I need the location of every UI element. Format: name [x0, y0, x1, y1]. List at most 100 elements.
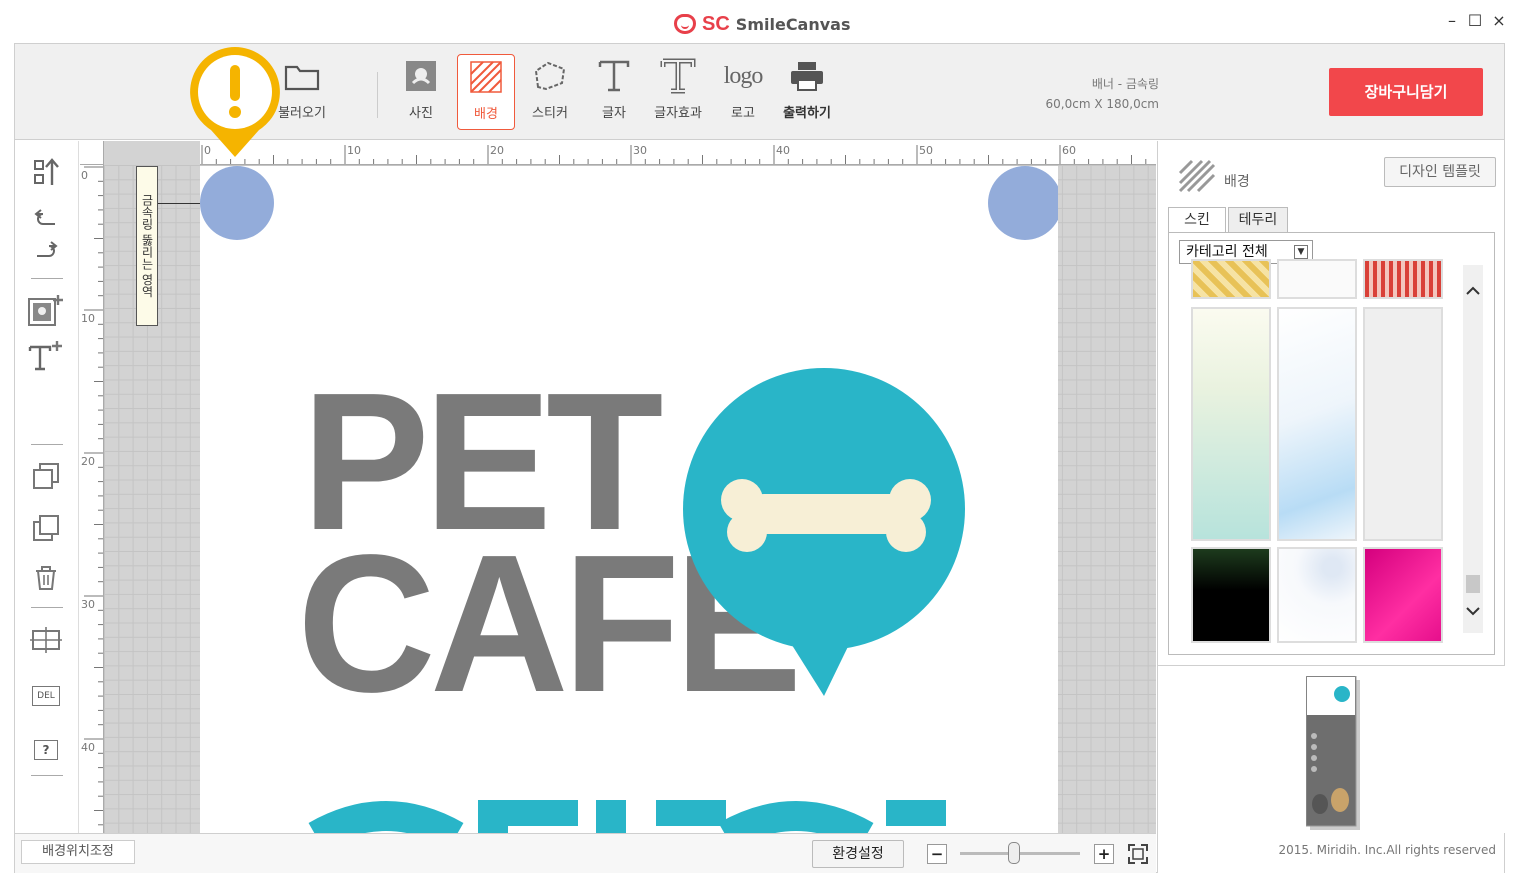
ruler-label: 0 — [81, 169, 88, 182]
send-back-tool[interactable] — [27, 511, 65, 545]
title-bar: SC SmileCanvas – ☐ × — [0, 0, 1519, 44]
left-separator — [31, 607, 63, 608]
fit-screen-icon[interactable] — [1127, 843, 1149, 865]
tool-print-label: 출력하기 — [783, 106, 831, 121]
tool-text-effect[interactable]: 글자효과 — [649, 54, 707, 130]
tab-skin[interactable]: 스킨 — [1168, 207, 1226, 233]
printer-icon — [791, 62, 823, 91]
warning-pin-icon[interactable] — [186, 43, 284, 161]
panel-title: 배경 — [1224, 174, 1250, 190]
design-template-button[interactable]: 디자인 템플릿 — [1384, 157, 1496, 187]
ruler-label: 40 — [81, 741, 95, 754]
skin-swatch[interactable] — [1277, 307, 1357, 541]
bone-speech-bubble[interactable] — [680, 366, 970, 701]
text-icon — [598, 60, 630, 92]
metal-ring-left — [200, 166, 274, 240]
right-panel: 배경 디자인 템플릿 스킨 테두리 카테고리 전체 ▼ 2015. Miridi… — [1157, 141, 1505, 873]
add-photo-icon — [28, 295, 63, 326]
ruler-label: 30 — [81, 598, 95, 611]
skin-swatch[interactable] — [1363, 259, 1443, 299]
bottom-text-partial — [308, 800, 946, 833]
category-value: 카테고리 전체 — [1186, 244, 1268, 260]
add-photo-tool[interactable] — [27, 293, 65, 327]
zoom-in-button[interactable]: + — [1094, 844, 1114, 864]
left-separator — [31, 278, 63, 279]
trash-icon — [36, 566, 56, 590]
add-text-icon — [28, 341, 62, 371]
zoom-out-button[interactable]: − — [927, 844, 947, 864]
send-back-icon — [33, 515, 59, 541]
product-info: 배너 - 금속링 60,0cm X 180,0cm — [1035, 74, 1160, 114]
maximize-button[interactable]: ☐ — [1467, 12, 1483, 30]
zoom-slider-track[interactable] — [960, 852, 1080, 855]
minimize-button[interactable]: – — [1444, 12, 1460, 30]
copyright-text: 2015. Miridih. Inc.All rights reserved — [1278, 843, 1496, 857]
skin-swatch[interactable] — [1191, 259, 1271, 299]
logo-icon: logo — [723, 62, 764, 89]
tool-logo[interactable]: logo 로고 — [714, 54, 772, 130]
tool-photo-label: 사진 — [409, 106, 433, 121]
zoom-slider-handle[interactable] — [1008, 842, 1020, 864]
skin-swatch[interactable] — [1191, 547, 1271, 643]
close-button[interactable]: × — [1491, 12, 1507, 30]
design-canvas[interactable]: PET CAFE — [200, 166, 1058, 833]
ruler-corner — [80, 141, 104, 165]
ruler-label: 10 — [347, 144, 361, 157]
tool-logo-label: 로고 — [731, 106, 755, 121]
settings-button[interactable]: 환경설정 — [812, 840, 904, 868]
ruler-label: 30 — [633, 144, 647, 157]
ruler-label: 10 — [81, 312, 95, 325]
scroll-thumb[interactable] — [1466, 575, 1480, 593]
app-brand: SC — [702, 12, 730, 35]
bring-front-tool[interactable] — [27, 459, 65, 493]
tool-text-label: 글자 — [602, 106, 626, 121]
skin-scrollbar[interactable] — [1463, 265, 1483, 633]
delete-tool[interactable]: DEL — [27, 679, 65, 713]
background-position-button[interactable]: 배경위치조정 — [21, 840, 135, 864]
tool-background-label: 배경 — [474, 107, 498, 122]
tool-text-effect-label: 글자효과 — [654, 106, 702, 121]
delete-icon: DEL — [32, 686, 60, 706]
redo-tool[interactable] — [27, 233, 65, 267]
chevron-up-icon[interactable] — [1466, 285, 1480, 295]
skin-swatch[interactable] — [1277, 547, 1357, 643]
tool-sticker-label: 스티커 — [532, 106, 568, 121]
ruler-label: 60 — [1062, 144, 1076, 157]
text-effect-icon — [660, 58, 696, 94]
skin-swatch[interactable] — [1191, 307, 1271, 541]
product-dimensions: 60,0cm X 180,0cm — [1045, 97, 1160, 111]
tab-border[interactable]: 테두리 — [1228, 207, 1288, 233]
redo-icon — [37, 241, 58, 257]
smile-logo-icon — [674, 14, 696, 34]
align-tool[interactable] — [27, 623, 65, 657]
undo-tool[interactable] — [27, 201, 65, 235]
ring-note-leader — [158, 203, 200, 204]
tool-print[interactable]: 출력하기 — [778, 54, 836, 130]
chevron-down-icon[interactable] — [1466, 607, 1480, 617]
tool-photo[interactable]: 사진 — [392, 54, 450, 130]
chevron-down-icon: ▼ — [1294, 245, 1308, 259]
ring-area-note: 금속링 뚫리는 영역 — [136, 166, 158, 326]
skin-swatch[interactable] — [1363, 307, 1443, 541]
bring-front-icon — [33, 463, 59, 489]
tool-background[interactable]: 배경 — [457, 54, 515, 130]
skin-swatch[interactable] — [1277, 259, 1357, 299]
undo-icon — [34, 209, 55, 225]
app-logo: SC SmileCanvas — [674, 12, 851, 36]
upload-tool[interactable] — [27, 155, 65, 189]
metal-ring-right — [988, 166, 1058, 240]
help-icon: ? — [34, 740, 58, 760]
tool-sticker[interactable]: 스티커 — [521, 54, 579, 130]
banner-thumbnail[interactable] — [1306, 676, 1360, 830]
help-tool[interactable]: ? — [27, 733, 65, 767]
background-icon — [470, 61, 502, 93]
ruler-label: 20 — [81, 455, 95, 468]
skin-list: 카테고리 전체 ▼ — [1168, 232, 1495, 655]
left-separator — [31, 775, 63, 776]
skin-swatch[interactable] — [1363, 547, 1443, 643]
tool-text[interactable]: 글자 — [585, 54, 643, 130]
work-area[interactable]: 0 10 20 30 40 50 60 0 10 20 30 40 PET CAFE 금속링 뚫리는… — [80, 141, 1156, 833]
add-to-cart-button[interactable]: 장바구니담기 — [1329, 68, 1483, 116]
add-text-tool[interactable] — [27, 339, 65, 373]
trash-tool[interactable] — [27, 561, 65, 595]
